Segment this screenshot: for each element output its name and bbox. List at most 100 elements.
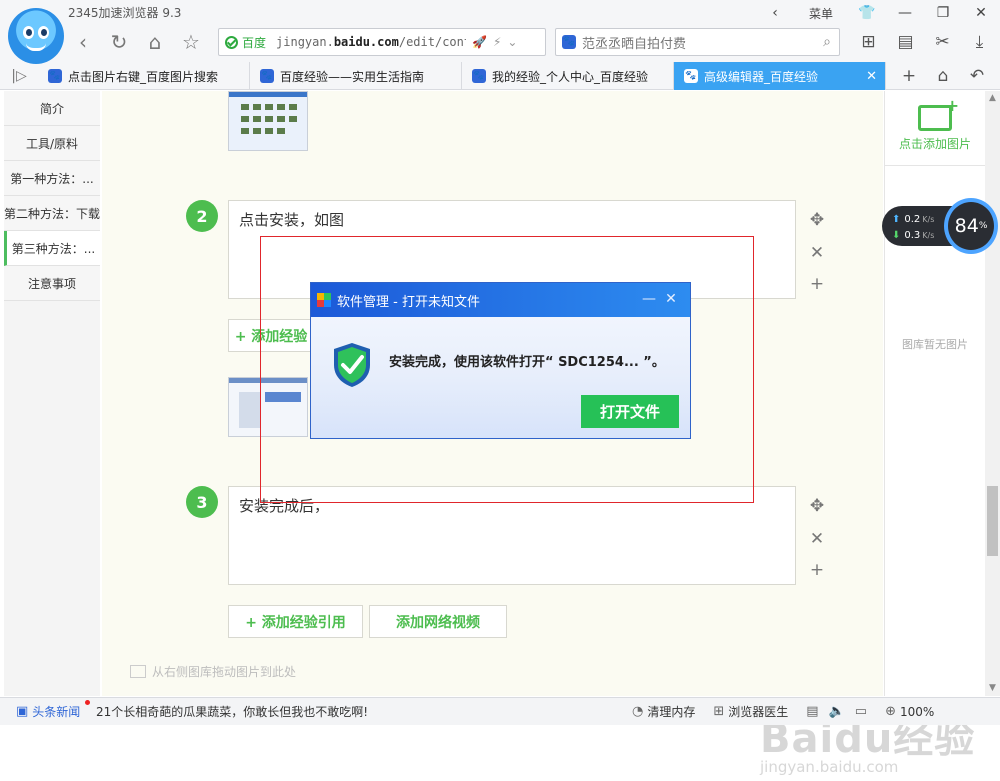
browser-chrome: 2345加速浏览器 9.3 ‹ 菜单 👕 — ❐ ✕ ‹ ↻ ⌂ ☆ 百度 ji…	[0, 0, 1000, 90]
news-label: 头条新闻	[32, 705, 81, 719]
sidebar-item-notes[interactable]: 注意事项	[4, 266, 100, 301]
tab-label: 高级编辑器_百度经验	[704, 69, 819, 84]
restore-button[interactable]: ❐	[924, 0, 962, 26]
image-placeholder-icon	[130, 665, 146, 678]
news-icon: ▣	[16, 704, 29, 719]
address-site-name: 百度	[242, 35, 267, 50]
add-image-button[interactable]: 点击添加图片	[885, 91, 985, 166]
sound-icon[interactable]: 🔈	[829, 704, 849, 719]
sidebar-toggle-icon[interactable]: |▷	[0, 62, 38, 90]
page-scrollbar[interactable]: ▲ ▼	[985, 91, 1000, 696]
menu-button[interactable]: 菜单	[794, 0, 848, 26]
notification-dot	[85, 700, 90, 705]
image-library-panel: 点击添加图片 图库暂无图片	[884, 91, 985, 696]
memory-usage-ring[interactable]: 84%	[944, 198, 998, 254]
sidebar-item-method-3[interactable]: 第三种方法：...	[4, 231, 100, 266]
speed-rocket-icon[interactable]: 🚀	[472, 35, 487, 49]
add-video-button[interactable]: 添加网络视频	[369, 605, 507, 638]
dialog-minimize-icon[interactable]: —	[638, 291, 660, 307]
reader-icon[interactable]: ▤	[887, 28, 924, 56]
add-step-icon[interactable]: +	[807, 560, 827, 580]
home-button[interactable]: ⌂	[140, 29, 170, 55]
step-number: 2	[186, 200, 218, 232]
apps-grid-icon[interactable]: ⊞	[850, 28, 887, 56]
dialog-close-icon[interactable]: ✕	[660, 291, 682, 307]
download-arrow-icon: ⬇	[892, 229, 901, 241]
bag-icon[interactable]: ⌂	[926, 62, 960, 90]
zoom-level: 100%	[899, 704, 935, 719]
security-shield-icon	[334, 343, 370, 387]
minimize-button[interactable]: —	[886, 0, 924, 26]
address-bar[interactable]: 百度 jingyan.baidu.com/edit/conte 🚀 ⚡ ⌄	[218, 28, 546, 56]
software-manager-dialog: 软件管理 - 打开未知文件 — ✕ 安装完成，使用该软件打开“ SDC1254.…	[310, 282, 691, 439]
sidebar-item-method-2[interactable]: 第二种方法：下载	[4, 196, 100, 231]
speed-unit: K/s	[922, 214, 935, 224]
delete-step-icon[interactable]: ✕	[807, 243, 827, 263]
empty-library-text: 图库暂无图片	[902, 338, 968, 351]
tab-label: 我的经验_个人中心_百度经验	[492, 69, 649, 84]
add-quote-button[interactable]: + 添加经验引用	[228, 605, 363, 638]
upload-arrow-icon: ⬆	[892, 213, 901, 225]
sidebar-item-method-1[interactable]: 第一种方法：...	[4, 161, 100, 196]
software-manager-icon	[317, 293, 331, 307]
close-tab-icon[interactable]: ✕	[866, 69, 877, 84]
search-icon[interactable]: ⌕	[823, 34, 831, 50]
tab-strip: |▷ 🐾 点击图片右键_百度图片搜索 🐾 百度经验——实用生活指南 🐾 我的经验…	[0, 62, 1000, 90]
favorite-star-button[interactable]: ☆	[176, 29, 206, 55]
add-step-icon[interactable]: +	[807, 274, 827, 294]
move-icon[interactable]: ✥	[807, 210, 827, 230]
tab-image-search[interactable]: 🐾 点击图片右键_百度图片搜索	[38, 62, 250, 90]
network-speed-widget[interactable]: ⬆ 0.2 K/s ⬇ 0.3 K/s 84%	[882, 198, 998, 254]
drop-hint-text: 从右侧图库拖动图片到此处	[152, 665, 297, 679]
news-ticker[interactable]: 21个长相奇葩的瓜果蔬菜，你敢长但我也不敢吃啊!	[96, 703, 626, 720]
baidu-paw-icon: 🐾	[48, 69, 62, 83]
tab-label: 点击图片右键_百度图片搜索	[68, 69, 219, 84]
open-file-button[interactable]: 打开文件	[581, 395, 679, 428]
address-url[interactable]: jingyan.baidu.com/edit/conte	[276, 35, 466, 49]
doctor-kit-icon: ⊞	[713, 704, 725, 719]
mode-icon[interactable]: ▤	[806, 704, 822, 719]
screen-icon[interactable]: ▭	[855, 704, 871, 719]
skin-shirt-icon[interactable]: 👕	[848, 0, 886, 26]
tab-jingyan-home[interactable]: 🐾 百度经验——实用生活指南	[250, 62, 462, 90]
zoom-control[interactable]: ⊕ 100%	[885, 704, 934, 719]
tab-my-jingyan[interactable]: 🐾 我的经验_个人中心_百度经验	[462, 62, 674, 90]
undo-close-icon[interactable]: ↶	[960, 62, 994, 90]
lightning-icon[interactable]: ⚡	[493, 35, 501, 49]
browser-doctor-button[interactable]: ⊞ 浏览器医生	[713, 703, 788, 720]
search-input[interactable]: 范丞丞晒自拍付费	[582, 33, 823, 52]
scroll-up-icon[interactable]: ▲	[985, 91, 1000, 106]
step-number: 3	[186, 486, 218, 518]
tab-tools: + ⌂ ↶	[892, 62, 994, 90]
tab-advanced-editor[interactable]: 🐾 高级编辑器_百度经验 ✕	[674, 62, 886, 90]
speed-unit: K/s	[922, 230, 935, 240]
baidu-paw-icon: 🐾	[562, 35, 576, 49]
clean-memory-icon: ◔	[632, 704, 644, 719]
status-bar: ▣ 头条新闻 21个长相奇葩的瓜果蔬菜，你敢长但我也不敢吃啊! ◔ 清理内存 ⊞…	[0, 697, 1000, 725]
clean-memory-button[interactable]: ◔ 清理内存	[632, 703, 695, 720]
close-window-button[interactable]: ✕	[962, 0, 1000, 26]
new-tab-icon[interactable]: +	[892, 62, 926, 90]
dialog-title: 软件管理 - 打开未知文件	[337, 294, 480, 310]
sidebar-item-tools[interactable]: 工具/原料	[4, 126, 100, 161]
scroll-thumb[interactable]	[987, 486, 998, 556]
sidebar-item-intro[interactable]: 简介	[4, 91, 100, 126]
percent-sign: %	[978, 221, 988, 231]
delete-step-icon[interactable]: ✕	[807, 529, 827, 549]
baidu-paw-icon: 🐾	[260, 69, 274, 83]
download-icon[interactable]: ⤓	[961, 28, 998, 56]
chevron-down-icon[interactable]: ⌄	[507, 35, 517, 49]
search-box[interactable]: 🐾 范丞丞晒自拍付费 ⌕	[555, 28, 840, 56]
outline-sidebar: 简介 工具/原料 第一种方法：... 第二种方法：下载 第三种方法：... 注意…	[4, 91, 100, 696]
back-button[interactable]: ‹	[68, 29, 98, 55]
step-image-thumbnail[interactable]	[228, 91, 308, 151]
add-image-icon	[918, 96, 959, 131]
refresh-button[interactable]: ↻	[104, 29, 134, 55]
dialog-titlebar[interactable]: 软件管理 - 打开未知文件 — ✕	[311, 283, 690, 317]
headline-news-button[interactable]: ▣ 头条新闻	[0, 700, 96, 720]
app-title: 2345加速浏览器 9.3	[68, 6, 182, 20]
back-arrow-icon[interactable]: ‹	[756, 0, 794, 26]
move-icon[interactable]: ✥	[807, 496, 827, 516]
scroll-down-icon[interactable]: ▼	[985, 681, 1000, 696]
scissors-icon[interactable]: ✂	[924, 28, 961, 56]
